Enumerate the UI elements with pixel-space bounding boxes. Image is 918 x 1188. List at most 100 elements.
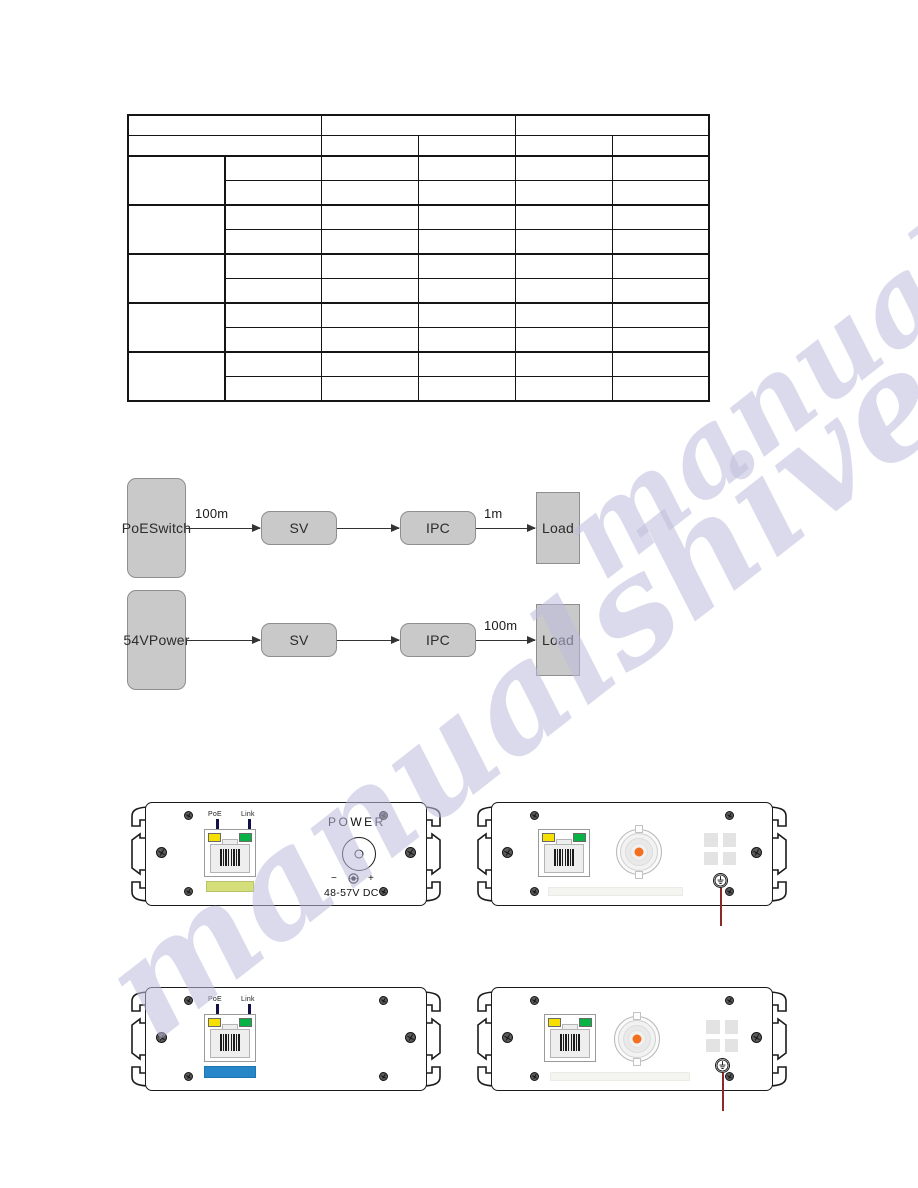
table-header-row-1 [127,114,710,136]
screw-icon [405,1032,416,1043]
screw-icon [502,847,513,858]
ground-symbol-icon [713,873,728,888]
polarity-minus-label: − [331,873,338,884]
flow-node-source-line2: Power [148,631,190,648]
table-cell [611,253,710,279]
bnc-connector[interactable] [616,825,662,879]
table-cell [417,278,516,304]
flow-arrow-label-2: 1m [484,506,503,521]
flow-node-ipc: IPC [400,623,476,657]
poe-led-stem [216,1004,219,1014]
screw-icon [379,996,388,1005]
port-label-strip [206,881,254,892]
device-panel-bottom-left: PoE Link [127,985,445,1093]
rj45-inner [550,1029,590,1058]
table-cell [514,302,613,328]
header-cell [321,135,419,157]
table-cell [223,229,323,255]
device-panel-bottom-right [473,985,791,1111]
poe-led-label: PoE [208,996,222,1003]
screw-icon [156,1032,167,1043]
table-cell [223,327,323,353]
table-cell [321,229,419,255]
header-cell [514,114,710,136]
screw-icon [725,996,734,1005]
table-cell [321,376,419,402]
flow-node-source-line1: 54V [123,631,149,648]
rj45-port[interactable] [538,829,590,877]
rj45-pins-icon [560,1034,580,1051]
screw-icon [184,887,193,896]
table-cell [611,204,710,230]
power-label: POWER [328,815,386,829]
link-led-indicator [239,1018,252,1027]
rj45-port[interactable] [204,829,256,877]
poe-led-indicator [208,833,221,842]
table-cell [321,278,419,304]
bnc-center-pin [632,1034,642,1044]
device-panel-top-right [473,800,791,926]
table-cell [417,327,516,353]
rj45-port[interactable] [204,1014,256,1062]
link-led-stem [248,819,251,829]
table-cell [514,204,613,230]
bnc-lug-bottom [635,871,643,879]
table-cell [514,180,613,206]
ground-symbol-icon [715,1058,730,1073]
ground-wire-line [720,888,722,926]
table-cell [223,351,323,377]
table-cell [514,376,613,402]
flow-arrow-1 [186,524,261,532]
table-row [127,253,710,304]
table-cell [611,180,710,206]
rj45-pins-icon [220,1034,240,1051]
header-cell [127,114,323,136]
table-cell [223,376,323,402]
screw-icon [379,887,388,896]
table-cell [223,302,323,328]
bnc-connector[interactable] [614,1012,660,1066]
panel-bottom-strip [550,1072,690,1081]
screw-icon [184,1072,193,1081]
screw-icon [725,811,734,820]
panel-face [491,987,773,1111]
table-cell [514,229,613,255]
table-cell [611,155,710,181]
table-cell [417,376,516,402]
flow-node-source: 54V Power [123,590,189,690]
flow-arrow-2 [337,524,400,532]
bnc-lug-top [633,1012,641,1020]
table-cell [417,229,516,255]
flow-node-sv: SV [261,511,337,545]
table-cell [417,180,516,206]
flow-node-load: Load [536,492,580,564]
flow-diagram-poe-switch: PoE Switch 100m SV IPC 1m Load [122,478,597,583]
bnc-lug-bottom [633,1058,641,1066]
screw-icon [184,996,193,1005]
ground-wire-line [722,1073,724,1111]
vent-grille-icon [704,833,736,865]
flow-node-load: Load [536,604,580,676]
flow-arrow-3 [476,524,536,532]
screw-icon [184,811,193,820]
flow-arrow-3 [476,636,536,644]
power-jack[interactable] [342,837,376,871]
table-row [127,351,710,402]
polarity-plus-label: + [368,873,375,884]
table-row [127,302,710,353]
screw-icon [751,847,762,858]
link-led-label: Link [241,996,255,1003]
specification-table [127,114,710,402]
table-cell [223,253,323,279]
group-label-cell [127,351,226,402]
rj45-port[interactable] [544,1014,596,1062]
header-cell [321,114,516,136]
group-label-cell [127,155,226,206]
table-cell [223,180,323,206]
header-cell [127,135,323,157]
table-row [127,204,710,255]
table-cell [321,180,419,206]
poe-led-indicator [548,1018,561,1027]
table-cell [417,351,516,377]
group-label-cell [127,204,226,255]
